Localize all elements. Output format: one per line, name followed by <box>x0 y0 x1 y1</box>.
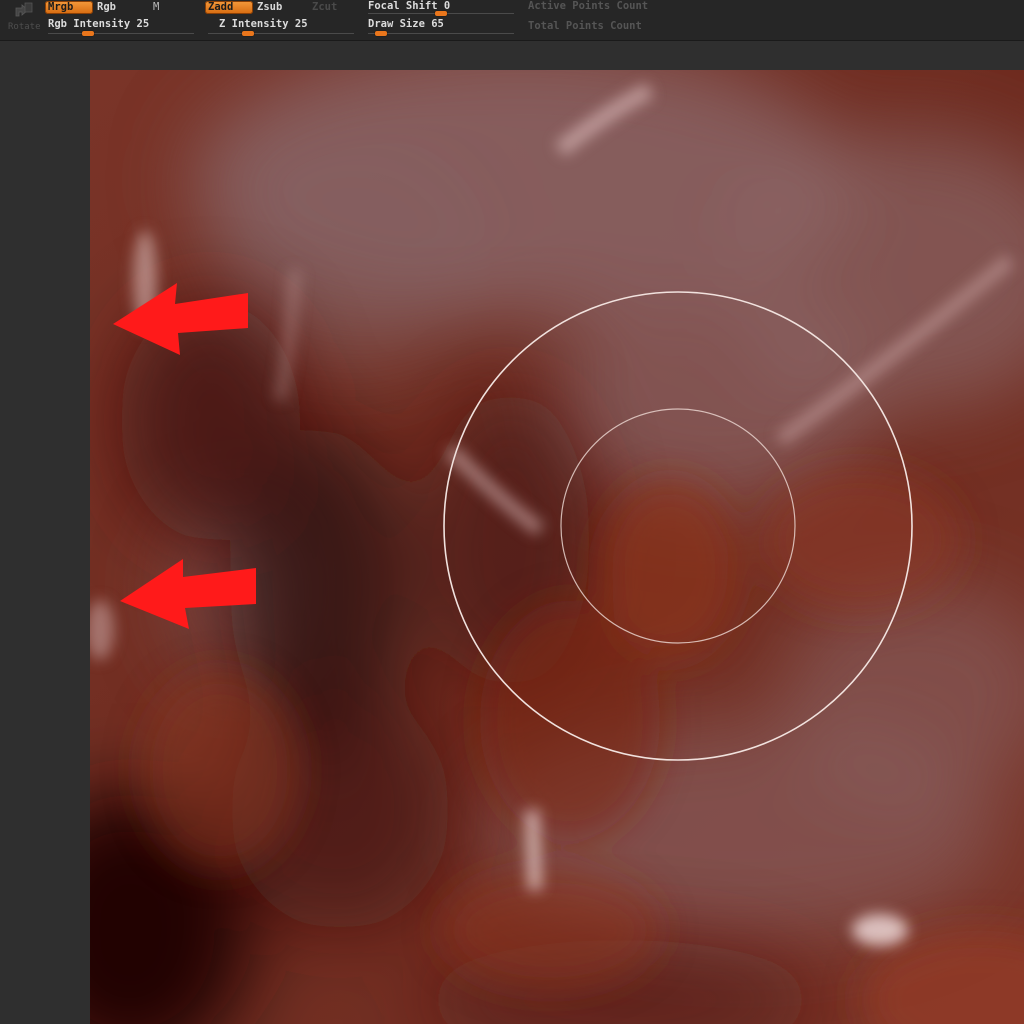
rgb-intensity-track[interactable] <box>48 33 194 34</box>
top-toolbar: Rotate Mrgb Rgb M Rgb Intensity 25 Zadd … <box>0 0 1024 41</box>
draw-size-label: Draw Size <box>368 18 425 30</box>
z-intensity-track[interactable] <box>208 33 354 34</box>
rgb-intensity-knob[interactable] <box>81 31 94 36</box>
m-button[interactable]: M <box>150 1 162 14</box>
zcut-button[interactable]: Zcut <box>309 1 340 14</box>
rgb-button[interactable]: Rgb <box>94 1 119 14</box>
sculpt-viewport[interactable] <box>90 70 1024 1024</box>
zbrush-window: Rotate Mrgb Rgb M Rgb Intensity 25 Zadd … <box>0 0 1024 1024</box>
zadd-button[interactable]: Zadd <box>205 1 253 14</box>
z-intensity-knob[interactable] <box>241 31 254 36</box>
canvas-top-margin <box>90 41 1024 70</box>
draw-size-knob[interactable] <box>374 31 387 36</box>
focal-shift-label: Focal Shift <box>368 0 438 12</box>
draw-size-value: 65 <box>431 18 444 30</box>
left-gutter <box>0 41 90 1024</box>
z-intensity-value: 25 <box>294 18 308 30</box>
draw-size-track[interactable] <box>368 33 514 34</box>
mrgb-button[interactable]: Mrgb <box>45 1 93 14</box>
sculpt-surface[interactable] <box>90 70 1024 1024</box>
rgb-intensity-value: 25 <box>136 18 150 30</box>
rgb-intensity-label: Rgb Intensity <box>48 18 131 30</box>
active-points-count-label: Active Points Count <box>528 0 649 12</box>
total-points-count-label: Total Points Count <box>528 20 642 32</box>
rotate-icon[interactable] <box>12 2 34 20</box>
focal-shift-knob[interactable] <box>435 11 447 16</box>
zsub-button[interactable]: Zsub <box>254 1 285 14</box>
z-intensity-label: Z Intensity <box>219 18 289 30</box>
rotate-button-label[interactable]: Rotate <box>8 21 41 33</box>
